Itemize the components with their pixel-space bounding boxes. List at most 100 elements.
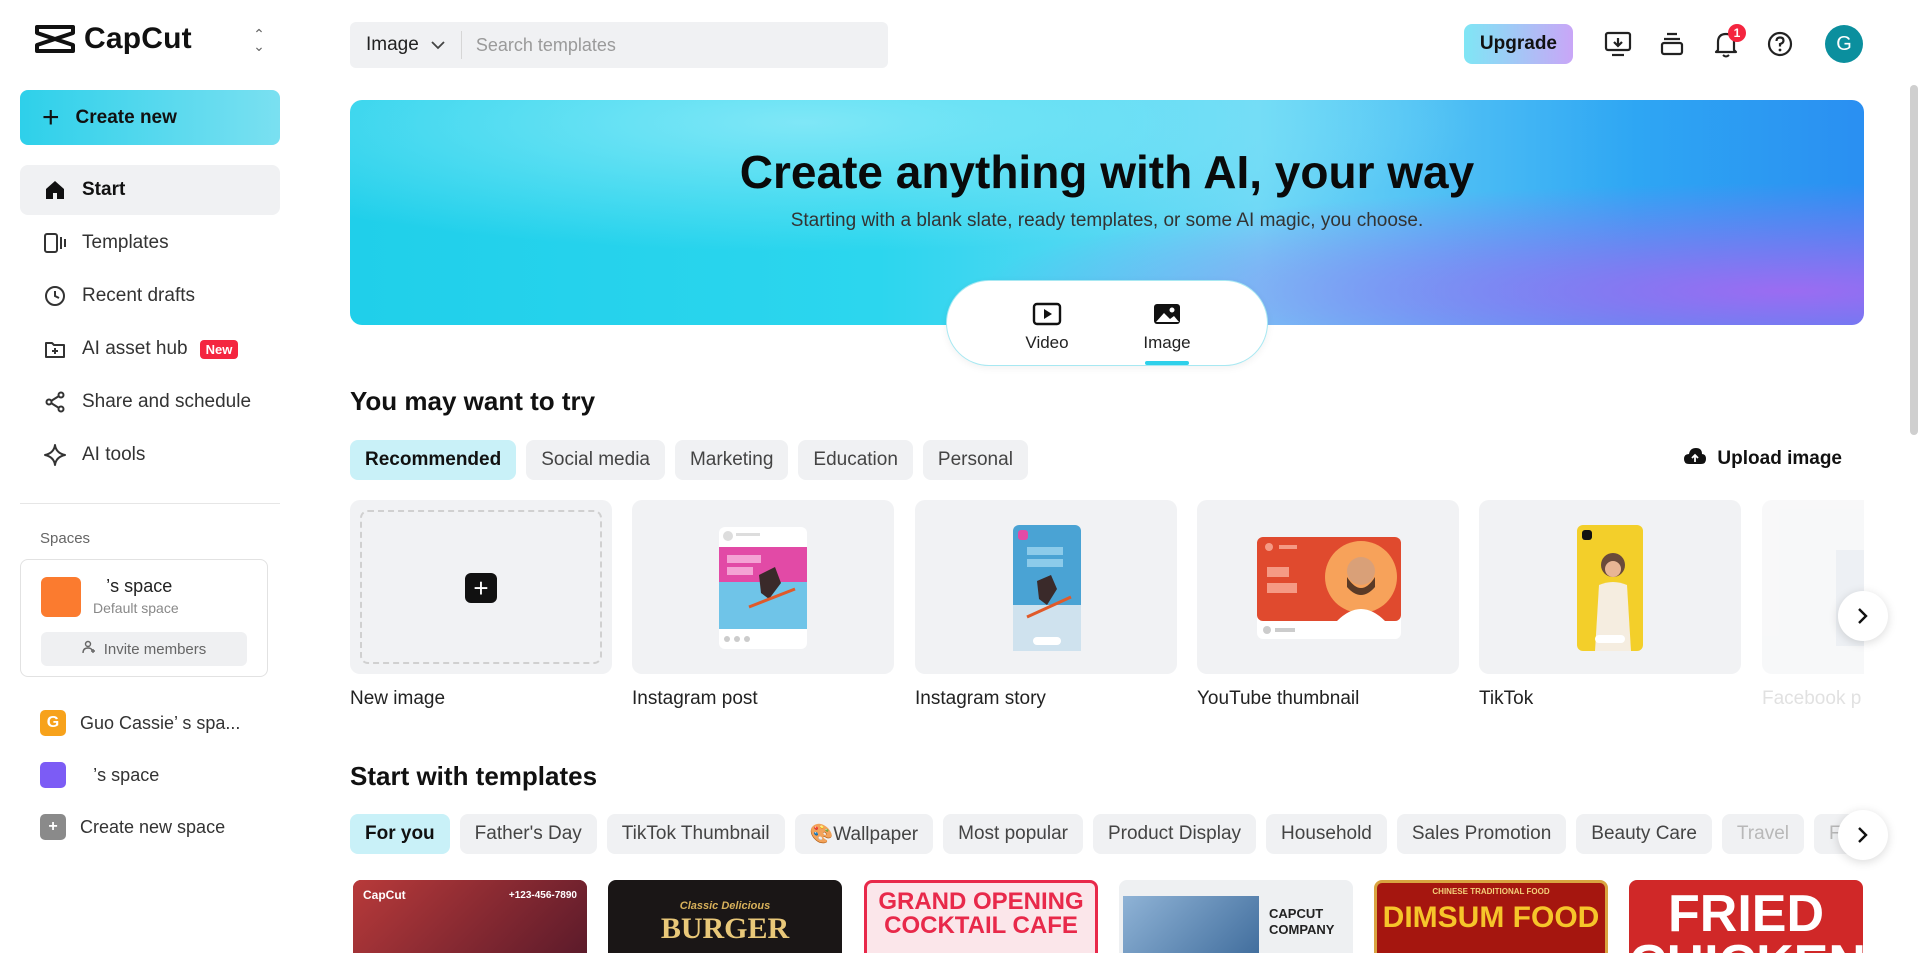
- card-tiktok[interactable]: TikTok: [1479, 500, 1741, 710]
- capcut-logo-icon: [35, 25, 75, 53]
- tab-label: Image: [1143, 333, 1191, 352]
- template-card[interactable]: GRAND OPENING COCKTAIL CAFE: [864, 880, 1098, 953]
- create-new-space-button[interactable]: + Create new space: [20, 801, 280, 853]
- chip-for-you[interactable]: For you: [350, 814, 450, 854]
- help-icon[interactable]: [1762, 26, 1798, 62]
- chip-product-display[interactable]: Product Display: [1092, 814, 1257, 854]
- space-list: G Guo Cassie’ s spa... ⠀’s space + Creat…: [20, 697, 280, 853]
- chip-social-media[interactable]: Social media: [526, 440, 665, 480]
- space-item-label: Guo Cassie’ s spa...: [80, 712, 241, 733]
- tab-label: Video: [1025, 333, 1069, 352]
- chip-recommended[interactable]: Recommended: [350, 440, 517, 480]
- sidebar-item-templates[interactable]: Templates: [20, 218, 280, 268]
- cloud-upload-icon: [1683, 447, 1707, 471]
- template-text: Classic Delicious: [679, 900, 771, 912]
- space-subtitle: Default space: [93, 600, 179, 616]
- tab-video[interactable]: Video: [987, 281, 1107, 365]
- try-cards-next-button[interactable]: [1838, 591, 1888, 641]
- tab-image[interactable]: Image: [1107, 281, 1227, 365]
- workspace-switch-icon[interactable]: ⌃ ⌄: [250, 27, 268, 54]
- notification-count-badge: 1: [1728, 24, 1746, 42]
- card-instagram-post[interactable]: Instagram post: [632, 500, 894, 710]
- card-thumb[interactable]: [1762, 500, 1864, 674]
- upload-image-button[interactable]: Upload image: [1683, 447, 1842, 471]
- sidebar-item-ai-tools[interactable]: AI tools: [20, 430, 280, 480]
- sidebar-item-label: AI asset hub: [82, 338, 188, 359]
- sidebar: CapCut ⌃ ⌄ + Create new Start Templates R…: [0, 0, 300, 953]
- top-actions: Upgrade 1 G: [1463, 24, 1863, 64]
- hero-title: Create anything with AI, your way: [739, 146, 1475, 198]
- templates-chips-next-button[interactable]: [1838, 810, 1888, 860]
- chip-fathers-day[interactable]: Father's Day: [459, 814, 597, 854]
- template-text: CHINESE TRADITIONAL FOOD: [1432, 887, 1550, 896]
- chip-personal[interactable]: Personal: [922, 440, 1028, 480]
- sidebar-item-recent-drafts[interactable]: Recent drafts: [20, 271, 280, 321]
- card-label: Facebook p: [1762, 688, 1862, 709]
- card-thumb[interactable]: [915, 500, 1177, 674]
- card-label: TikTok: [1479, 688, 1534, 709]
- chip-beauty-care[interactable]: Beauty Care: [1576, 814, 1712, 854]
- create-new-button[interactable]: + Create new: [20, 90, 280, 145]
- chip-household[interactable]: Household: [1266, 814, 1387, 854]
- chip-wallpaper[interactable]: 🎨Wallpaper: [794, 814, 934, 854]
- card-label: YouTube thumbnail: [1197, 688, 1360, 709]
- chip-most-popular[interactable]: Most popular: [943, 814, 1083, 854]
- space-item-guo-cassie[interactable]: G Guo Cassie’ s spa...: [20, 697, 280, 749]
- card-thumb[interactable]: [1197, 500, 1459, 674]
- asset-hub-icon: [42, 336, 68, 362]
- invite-members-button[interactable]: Invite members: [41, 632, 247, 666]
- chip-education[interactable]: Education: [798, 440, 913, 480]
- card-instagram-story[interactable]: Instagram story: [915, 500, 1177, 710]
- download-desktop-icon[interactable]: [1600, 26, 1636, 62]
- template-card[interactable]: Classic Delicious BURGER: [608, 880, 842, 953]
- notification-bell-icon[interactable]: 1: [1708, 24, 1746, 62]
- templates-row: CapCut +123-456-7890 Classic Delicious B…: [350, 880, 1864, 953]
- template-text: COMPANY: [1269, 922, 1335, 937]
- chip-travel[interactable]: Travel: [1721, 814, 1804, 854]
- space-name: ⠀’s space: [93, 576, 173, 596]
- sidebar-item-label: AI tools: [82, 444, 146, 465]
- sidebar-item-label: Start: [82, 179, 126, 200]
- card-thumb[interactable]: [632, 500, 894, 674]
- chip-marketing[interactable]: Marketing: [674, 440, 789, 480]
- search-input[interactable]: [461, 34, 888, 56]
- image-icon: [1152, 301, 1182, 329]
- card-thumb[interactable]: +: [350, 500, 612, 674]
- mode-switch: Video Image: [946, 280, 1268, 366]
- templates-section-title: Start with templates: [350, 761, 598, 791]
- sidebar-item-ai-asset-hub[interactable]: AI asset hub New: [20, 324, 280, 374]
- tiktok-preview-icon: [1577, 525, 1643, 651]
- chevron-down-icon: [431, 37, 445, 53]
- page-scrollbar[interactable]: [1910, 85, 1918, 435]
- search-bar: Image: [350, 22, 888, 68]
- stack-layers-icon[interactable]: [1654, 26, 1690, 62]
- video-play-icon: [1032, 301, 1062, 329]
- try-filter-chips: Recommended Social media Marketing Educa…: [350, 440, 1038, 480]
- template-text: BURGER: [660, 912, 790, 945]
- sidebar-item-share-and-schedule[interactable]: Share and schedule: [20, 377, 280, 427]
- template-card[interactable]: FRIED CHICKEN: [1629, 880, 1863, 953]
- sidebar-item-start[interactable]: Start: [20, 165, 280, 215]
- template-card[interactable]: CAPCUT COMPANY: [1119, 880, 1353, 953]
- upgrade-button[interactable]: Upgrade: [1463, 24, 1573, 64]
- search-type-dropdown[interactable]: Image: [350, 31, 462, 59]
- card-youtube-thumbnail[interactable]: YouTube thumbnail: [1197, 500, 1459, 710]
- user-avatar[interactable]: G: [1825, 25, 1863, 63]
- card-new-image[interactable]: + New image: [350, 500, 612, 710]
- template-card[interactable]: CHINESE TRADITIONAL FOOD DIMSUM FOOD: [1374, 880, 1608, 953]
- card-thumb[interactable]: [1479, 500, 1741, 674]
- template-text: DIMSUM FOOD: [1382, 901, 1600, 934]
- template-card[interactable]: CapCut +123-456-7890: [353, 880, 587, 953]
- capcut-logo[interactable]: CapCut: [34, 22, 192, 56]
- add-user-icon: [82, 640, 96, 658]
- space-color-badge: [40, 762, 66, 788]
- home-icon: [42, 177, 68, 203]
- space-item-label: ⠀’s space: [80, 764, 160, 785]
- space-item-personal[interactable]: ⠀’s space: [20, 749, 280, 801]
- current-space-card[interactable]: ⠀’s space Default space Invite members: [20, 559, 268, 677]
- search-type-label: Image: [366, 34, 419, 55]
- plus-icon: +: [40, 814, 66, 840]
- chip-tiktok-thumbnail[interactable]: TikTok Thumbnail: [606, 814, 785, 854]
- chip-sales-promotion[interactable]: Sales Promotion: [1396, 814, 1567, 854]
- clock-icon: [42, 283, 68, 309]
